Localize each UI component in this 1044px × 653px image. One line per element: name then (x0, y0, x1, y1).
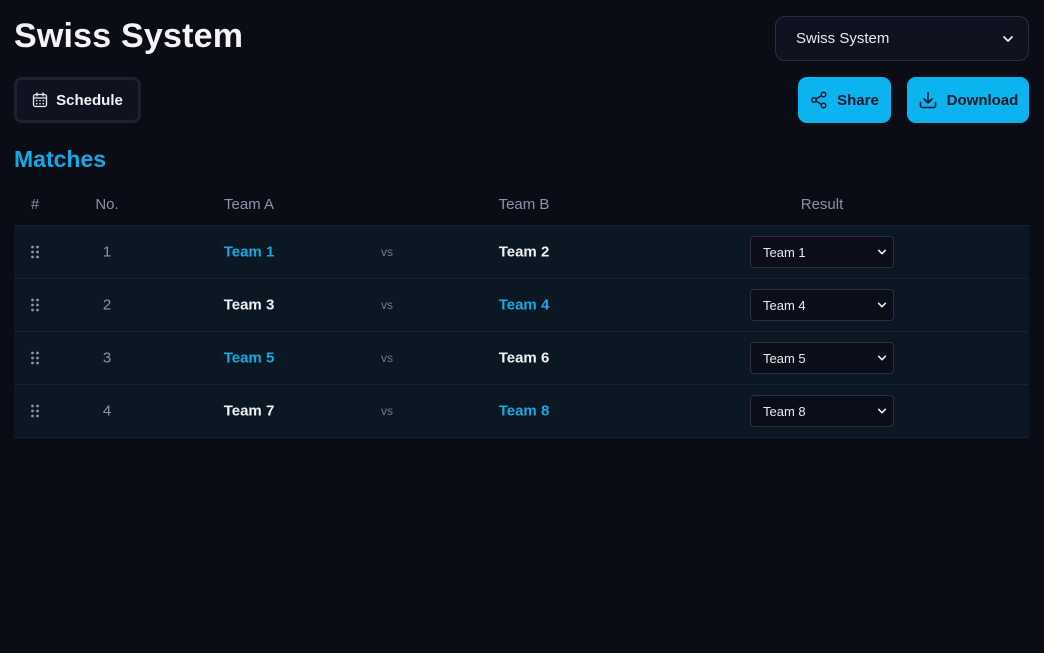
match-number: 2 (102, 296, 112, 314)
page: Swiss System Swiss System Schedule Share… (0, 0, 1044, 653)
vs-label: vs (381, 245, 393, 259)
team-b: Team 6 (498, 349, 550, 367)
chevron-down-icon (877, 249, 887, 255)
result-select-value: Team 4 (763, 297, 806, 313)
drag-handle-icon[interactable] (30, 351, 40, 365)
chevron-down-icon (1003, 35, 1013, 42)
header-no: No. (95, 196, 119, 213)
share-button[interactable]: Share (798, 77, 891, 123)
format-select[interactable]: Swiss System (775, 16, 1029, 61)
result-select[interactable]: Team 4 (750, 289, 894, 321)
share-icon (811, 91, 827, 109)
header-team-a: Team A (223, 196, 275, 213)
chevron-down-icon (877, 355, 887, 361)
table-header: # No. Team A Team B Result (14, 183, 1029, 226)
schedule-button[interactable]: Schedule (14, 77, 141, 123)
format-select-value: Swiss System (796, 30, 890, 47)
team-b: Team 2 (498, 243, 550, 261)
match-number: 3 (102, 349, 112, 367)
matches-table: # No. Team A Team B Result 1 Team 1 vs T… (14, 183, 1029, 438)
result-select-value: Team 8 (763, 403, 806, 419)
result-select-value: Team 5 (763, 350, 806, 366)
share-button-label: Share (837, 91, 879, 109)
result-select[interactable]: Team 8 (750, 395, 894, 427)
result-select[interactable]: Team 1 (750, 236, 894, 268)
download-button[interactable]: Download (907, 77, 1029, 123)
chevron-down-icon (877, 408, 887, 414)
table-row: 1 Team 1 vs Team 2 Team 1 (14, 226, 1029, 279)
download-button-label: Download (946, 91, 1019, 109)
team-b: Team 8 (498, 402, 550, 420)
section-title: Matches (14, 146, 107, 172)
vs-label: vs (381, 298, 393, 312)
calendar-icon (33, 92, 48, 108)
vs-label: vs (381, 351, 393, 365)
result-select-value: Team 1 (763, 244, 806, 260)
team-b: Team 4 (498, 296, 550, 314)
header-result: Result (800, 196, 844, 213)
team-a: Team 1 (223, 243, 275, 261)
page-title: Swiss System (14, 17, 244, 55)
table-row: 4 Team 7 vs Team 8 Team 8 (14, 385, 1029, 438)
header-team-b: Team B (498, 196, 550, 213)
download-icon (919, 91, 936, 109)
table-row: 2 Team 3 vs Team 4 Team 4 (14, 279, 1029, 332)
drag-handle-icon[interactable] (30, 404, 40, 418)
table-row: 3 Team 5 vs Team 6 Team 5 (14, 332, 1029, 385)
chevron-down-icon (877, 302, 887, 308)
drag-handle-icon[interactable] (30, 245, 40, 259)
schedule-button-label: Schedule (56, 91, 123, 109)
header-hash: # (30, 196, 40, 213)
vs-label: vs (381, 404, 393, 418)
team-a: Team 5 (223, 349, 275, 367)
match-number: 1 (102, 243, 112, 261)
drag-handle-icon[interactable] (30, 298, 40, 312)
team-a: Team 7 (223, 402, 275, 420)
result-select[interactable]: Team 5 (750, 342, 894, 374)
match-number: 4 (102, 402, 112, 420)
team-a: Team 3 (223, 296, 275, 314)
